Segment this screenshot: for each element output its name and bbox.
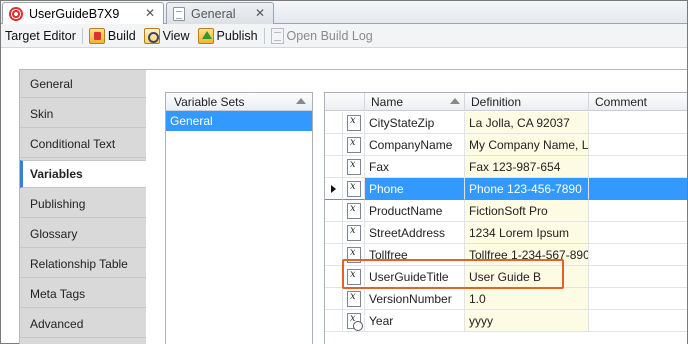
build-icon (88, 27, 105, 44)
sidebar-item-relationship-table[interactable]: Relationship Table (20, 250, 146, 278)
grid-header-spacer (325, 93, 365, 111)
cell-name[interactable]: Phone (365, 178, 465, 200)
table-row[interactable]: PhonePhone 123-456-7890 (325, 178, 687, 200)
cell-comment[interactable] (589, 200, 687, 222)
page-icon (173, 6, 185, 21)
tab-general[interactable]: General ✕ (166, 2, 274, 24)
cell-comment[interactable] (589, 178, 687, 200)
cell-comment[interactable] (589, 222, 687, 244)
variable-sets-list: Variable Sets General (165, 92, 313, 344)
toolbar-separator (263, 27, 265, 44)
sidebar-item-glossary[interactable]: Glossary (20, 220, 146, 248)
cell-name[interactable]: ProductName (365, 200, 465, 222)
editor-content: General Skin Conditional Text Variables … (1, 49, 687, 344)
build-button[interactable]: Build (85, 25, 140, 47)
table-row[interactable]: Yearyyyy (325, 310, 687, 332)
variable-icon (347, 181, 361, 197)
view-button[interactable]: View (140, 25, 194, 47)
row-selector[interactable] (325, 244, 343, 266)
variable-icon (347, 203, 361, 219)
table-row[interactable]: VersionNumber1.0 (325, 288, 687, 310)
table-row[interactable]: CityStateZipLa Jolla, CA 92037 (325, 112, 687, 134)
target-editor-label: Target Editor (5, 28, 76, 43)
cell-definition[interactable]: My Company Name, LLC (465, 134, 589, 156)
table-row[interactable]: FaxFax 123-987-654 (325, 156, 687, 178)
row-selector[interactable] (325, 266, 343, 288)
tab-label: General (191, 6, 236, 21)
cell-comment[interactable] (589, 244, 687, 266)
row-selector[interactable] (325, 310, 343, 332)
grid-header: Name Definition Comment (325, 93, 687, 111)
cell-comment[interactable] (589, 112, 687, 134)
variable-icon (347, 159, 361, 175)
variables-grid: Name Definition Comment CityStateZipLa J… (324, 92, 687, 344)
cell-name[interactable]: CityStateZip (365, 112, 465, 134)
cell-name[interactable]: VersionNumber (365, 288, 465, 310)
row-selector[interactable] (325, 200, 343, 222)
cell-name[interactable]: Fax (365, 156, 465, 178)
tab-userguide[interactable]: UserGuideB7X9 ✕ (2, 2, 164, 25)
column-header-name[interactable]: Name (365, 93, 465, 111)
open-build-log-button[interactable]: Open Build Log (267, 25, 377, 47)
row-selector[interactable] (325, 112, 343, 134)
cell-definition[interactable]: 1234 Lorem Ipsum (465, 222, 589, 244)
cell-comment[interactable] (589, 310, 687, 332)
column-header-definition[interactable]: Definition (465, 93, 589, 111)
cell-comment[interactable] (589, 288, 687, 310)
row-selector[interactable] (325, 134, 343, 156)
cell-name[interactable]: CompanyName (365, 134, 465, 156)
document-tab-strip: UserGuideB7X9 ✕ General ✕ (1, 1, 687, 25)
row-selector[interactable] (325, 222, 343, 244)
toolbar: Target Editor Build View Publish Open Bu… (1, 24, 687, 48)
row-selector[interactable] (325, 288, 343, 310)
close-icon[interactable]: ✕ (255, 6, 265, 20)
cell-name[interactable]: StreetAddress (365, 222, 465, 244)
variable-set-item[interactable]: General (166, 111, 312, 131)
cell-comment[interactable] (589, 266, 687, 288)
sidebar-item-publishing[interactable]: Publishing (20, 190, 146, 218)
target-icon (9, 7, 23, 21)
highlight-annotation-box (342, 259, 564, 289)
variable-sets-header[interactable]: Variable Sets (166, 93, 312, 111)
view-icon (143, 27, 160, 44)
variable-icon (347, 137, 361, 153)
date-variable-icon (347, 313, 363, 331)
sidebar-item-skin[interactable]: Skin (20, 100, 146, 128)
cell-definition[interactable]: Phone 123-456-7890 (465, 178, 589, 200)
build-log-icon (270, 27, 284, 44)
cell-definition[interactable]: La Jolla, CA 92037 (465, 112, 589, 134)
row-selector[interactable] (325, 178, 343, 200)
sidebar-item-conditional-text[interactable]: Conditional Text (20, 130, 146, 158)
variable-icon (347, 225, 361, 241)
table-row[interactable]: ProductNameFictionSoft Pro (325, 200, 687, 222)
publish-button[interactable]: Publish (194, 25, 262, 47)
column-header-comment[interactable]: Comment (589, 93, 687, 111)
sort-ascending-icon (450, 98, 460, 104)
publish-icon (197, 27, 214, 44)
cell-definition[interactable]: Fax 123-987-654 (465, 156, 589, 178)
row-selector[interactable] (325, 156, 343, 178)
close-icon[interactable]: ✕ (145, 6, 155, 20)
sidebar-item-variables[interactable]: Variables (20, 160, 148, 188)
variable-icon (347, 291, 361, 307)
sidebar-item-general[interactable]: General (20, 70, 146, 98)
variables-panel: Variable Sets General Name Definition Co… (146, 69, 687, 344)
cell-comment[interactable] (589, 156, 687, 178)
table-row[interactable]: StreetAddress1234 Lorem Ipsum (325, 222, 687, 244)
cell-definition[interactable]: 1.0 (465, 288, 589, 310)
settings-sidebar: General Skin Conditional Text Variables … (19, 69, 148, 344)
table-row[interactable]: CompanyNameMy Company Name, LLC (325, 134, 687, 156)
toolbar-separator (81, 27, 83, 44)
sidebar-item-advanced[interactable]: Advanced (20, 310, 146, 338)
cell-definition[interactable]: FictionSoft Pro (465, 200, 589, 222)
cell-definition[interactable]: yyyy (465, 310, 589, 332)
sidebar-item-meta-tags[interactable]: Meta Tags (20, 280, 146, 308)
tab-label: UserGuideB7X9 (29, 7, 120, 21)
sort-ascending-icon (296, 98, 306, 104)
cell-comment[interactable] (589, 134, 687, 156)
cell-name[interactable]: Year (365, 310, 465, 332)
variable-icon (347, 115, 361, 131)
current-row-arrow-icon (331, 185, 336, 193)
